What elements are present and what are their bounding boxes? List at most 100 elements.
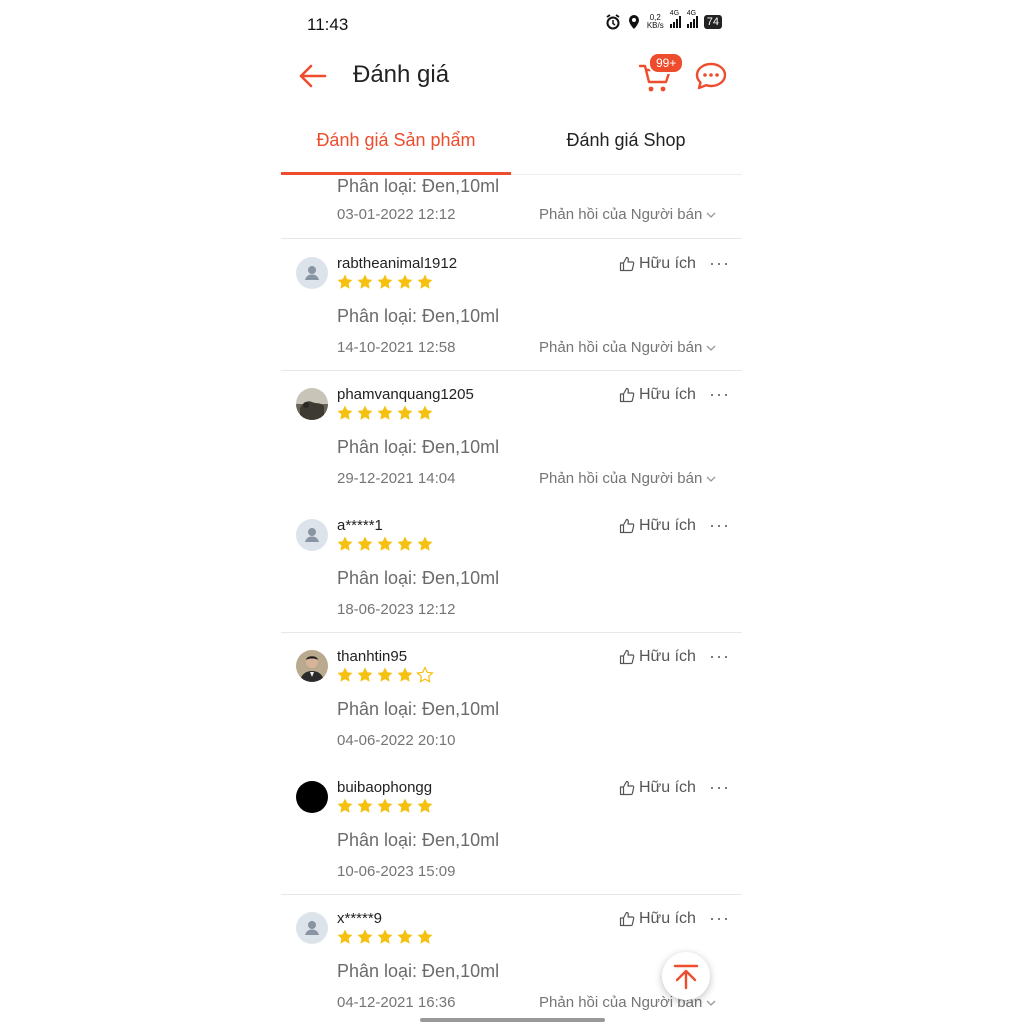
tab-shop-reviews[interactable]: Đánh giá Shop xyxy=(511,130,741,151)
chat-icon[interactable] xyxy=(693,60,729,94)
net-speed: 0,2 KB/s xyxy=(647,14,664,30)
phone-screen: 11:43 0,2 KB/s 4G 4G 74 Đánh giá 99+ Đán… xyxy=(281,0,742,1024)
more-options-button[interactable]: ··· xyxy=(709,646,730,667)
review-date: 14-10-2021 12:58 xyxy=(337,339,456,356)
star-filled-icon xyxy=(337,536,353,551)
more-options-button[interactable]: ··· xyxy=(709,777,730,798)
avatar xyxy=(296,388,328,420)
star-empty-icon xyxy=(416,666,434,683)
rating-stars xyxy=(336,273,434,291)
signal-bars-icon xyxy=(686,16,698,28)
back-arrow-icon[interactable] xyxy=(295,58,331,94)
star-filled-icon xyxy=(377,536,393,551)
helpful-label: Hữu ích xyxy=(639,779,696,796)
reviewer-username: buibaophongg xyxy=(337,779,433,796)
review-variant: Phân loại: Đen,10ml xyxy=(337,568,500,588)
star-filled-icon xyxy=(417,405,433,420)
net-speed-unit: KB/s xyxy=(646,21,664,30)
tab-product-reviews[interactable]: Đánh giá Sản phẩm xyxy=(281,130,511,151)
star-filled-icon xyxy=(357,667,373,682)
default-user-icon xyxy=(305,266,319,280)
star-filled-icon xyxy=(377,274,393,289)
thumbs-up-icon xyxy=(619,649,635,665)
reviewer-username: thanhtin95 xyxy=(337,648,408,665)
status-time: 11:43 xyxy=(307,15,349,34)
helpful-button[interactable]: Hữu ích xyxy=(619,779,696,797)
app-header: Đánh giá 99+ xyxy=(281,48,742,104)
more-options-button[interactable]: ··· xyxy=(709,515,730,536)
review-item: buibaophongg Hữu ích ··· Phân loại: Đen,10m… xyxy=(281,763,742,895)
review-date: 04-12-2021 16:36 xyxy=(337,994,456,1011)
helpful-label: Hữu ích xyxy=(639,648,696,665)
star-filled-icon xyxy=(397,929,413,944)
review-date: 03-01-2022 12:12 xyxy=(337,206,456,223)
star-filled-icon xyxy=(397,405,413,420)
star-filled-icon xyxy=(337,929,353,944)
reviewer-username: a*****1 xyxy=(337,517,383,534)
rating-stars xyxy=(336,797,434,815)
chevron-down-icon xyxy=(706,212,716,218)
star-filled-icon xyxy=(417,929,433,944)
battery-icon: 74 xyxy=(703,15,722,29)
thumbs-up-icon xyxy=(619,911,635,927)
avatar xyxy=(296,781,328,813)
avatar xyxy=(296,912,328,944)
star-filled-icon xyxy=(417,274,433,289)
review-item-partial: Phân loại: Đen,10ml 03-01-2022 12:12 Phả… xyxy=(281,174,742,239)
seller-reply-label: Phản hồi của Người bán xyxy=(539,339,703,356)
star-filled-icon xyxy=(397,274,413,289)
rating-stars xyxy=(336,666,434,684)
more-options-button[interactable]: ··· xyxy=(709,253,730,274)
more-options-button[interactable]: ··· xyxy=(709,384,730,405)
avatar xyxy=(296,650,328,682)
star-filled-icon xyxy=(357,536,373,551)
seller-reply-label: Phản hồi của Người bán xyxy=(539,470,703,487)
star-filled-icon xyxy=(357,405,373,420)
star-filled-icon xyxy=(337,405,353,420)
review-date: 18-06-2023 12:12 xyxy=(337,601,456,618)
star-filled-icon xyxy=(397,536,413,551)
more-options-button[interactable]: ··· xyxy=(709,908,730,929)
avatar xyxy=(296,257,328,289)
seller-reply-toggle[interactable]: Phản hồi của Người bán xyxy=(539,470,716,487)
user-photo-icon xyxy=(296,388,328,420)
rating-stars xyxy=(336,404,434,422)
review-variant: Phân loại: Đen,10ml xyxy=(337,699,500,719)
signal-bars-icon xyxy=(669,16,681,28)
avatar xyxy=(296,519,328,551)
seller-reply-label: Phản hồi của Người bán xyxy=(539,206,703,223)
helpful-label: Hữu ích xyxy=(639,386,696,403)
star-filled-icon xyxy=(357,798,373,813)
scroll-to-top-button[interactable] xyxy=(662,952,710,1000)
star-filled-icon xyxy=(417,798,433,813)
helpful-button[interactable]: Hữu ích xyxy=(619,255,696,273)
seller-reply-toggle[interactable]: Phản hồi của Người bán xyxy=(539,339,716,356)
thumbs-up-icon xyxy=(619,256,635,272)
star-filled-icon xyxy=(377,929,393,944)
helpful-button[interactable]: Hữu ích xyxy=(619,517,696,535)
review-variant: Phân loại: Đen,10ml xyxy=(337,176,500,196)
home-indicator xyxy=(420,1018,605,1022)
helpful-label: Hữu ích xyxy=(639,910,696,927)
rating-stars xyxy=(336,928,434,946)
location-icon xyxy=(628,15,639,29)
review-item: thanhtin95 Hữu ích ··· Phân loại: Đen,10ml 0… xyxy=(281,632,742,763)
user-photo-icon xyxy=(296,650,328,682)
star-filled-icon xyxy=(417,536,433,551)
net-type-1: 4G xyxy=(669,10,680,17)
review-item: phamvanquang1205 Hữu ích ··· Phân loại: Đen… xyxy=(281,370,742,501)
star-filled-icon xyxy=(357,274,373,289)
star-filled-icon xyxy=(377,405,393,420)
review-variant: Phân loại: Đen,10ml xyxy=(337,437,500,457)
review-variant: Phân loại: Đen,10ml xyxy=(337,830,500,850)
rating-stars xyxy=(336,535,434,553)
helpful-button[interactable]: Hữu ích xyxy=(619,910,696,928)
helpful-button[interactable]: Hữu ích xyxy=(619,386,696,404)
arrow-up-icon xyxy=(673,964,699,990)
review-item: rabtheanimal1912 Hữu ích ··· Phân loại: Đen… xyxy=(281,239,742,371)
seller-reply-toggle[interactable]: Phản hồi của Người bán xyxy=(539,206,716,223)
thumbs-up-icon xyxy=(619,387,635,403)
star-filled-icon xyxy=(357,929,373,944)
helpful-button[interactable]: Hữu ích xyxy=(619,648,696,666)
star-filled-icon xyxy=(377,667,393,682)
